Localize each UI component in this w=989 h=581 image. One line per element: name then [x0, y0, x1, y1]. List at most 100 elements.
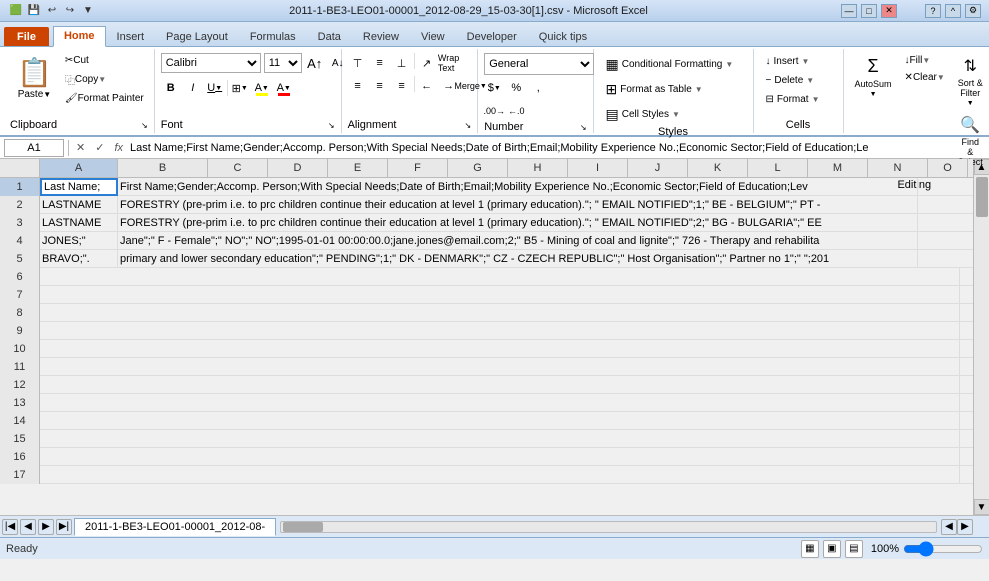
row-number-17[interactable]: 17 [0, 466, 40, 484]
delete-cells-button[interactable]: − Delete ▼ [760, 72, 821, 89]
font-expand-icon[interactable]: ↘ [328, 121, 335, 130]
fill-color-dropdown[interactable]: ▼ [262, 85, 269, 92]
tab-formulas[interactable]: Formulas [239, 27, 307, 46]
cell-b1-rest[interactable]: First Name;Gender;Accomp. Person;With Sp… [118, 178, 918, 196]
cell-14[interactable] [40, 412, 960, 430]
col-header-j[interactable]: J [628, 159, 688, 177]
tab-data[interactable]: Data [307, 27, 352, 46]
col-header-l[interactable]: L [748, 159, 808, 177]
clear-button[interactable]: ✕ Clear ▼ [901, 70, 949, 85]
row-number-15[interactable]: 15 [0, 430, 40, 448]
fill-button[interactable]: ↓ Fill ▼ [901, 53, 949, 68]
row-number-6[interactable]: 6 [0, 268, 40, 286]
cancel-formula-icon[interactable]: ✕ [73, 141, 88, 154]
close-button[interactable]: ✕ [881, 4, 897, 18]
row-number-14[interactable]: 14 [0, 412, 40, 430]
decrease-decimal-button[interactable]: ←.0 [506, 101, 526, 121]
col-header-a[interactable]: A [40, 159, 118, 177]
cell-reference-input[interactable] [4, 139, 64, 157]
cell-13[interactable] [40, 394, 960, 412]
cell-6[interactable] [40, 268, 960, 286]
sheet-last-button[interactable]: ▶| [56, 519, 72, 535]
cell-7[interactable] [40, 286, 960, 304]
cell-b2-rest[interactable]: FORESTRY (pre-prim i.e. to prc children … [118, 196, 918, 214]
cell-17[interactable] [40, 466, 960, 484]
tab-review[interactable]: Review [352, 27, 410, 46]
row-number-16[interactable]: 16 [0, 448, 40, 466]
insert-cells-button[interactable]: ↓ Insert ▼ [760, 53, 816, 70]
col-header-k[interactable]: K [688, 159, 748, 177]
tab-insert[interactable]: Insert [106, 27, 156, 46]
tab-developer[interactable]: Developer [456, 27, 528, 46]
col-header-m[interactable]: M [808, 159, 868, 177]
redo-button[interactable]: ↪ [62, 3, 78, 19]
tab-file[interactable]: File [4, 27, 49, 46]
font-size-select[interactable]: 11 [264, 53, 302, 73]
cell-b4-rest[interactable]: Jane";" F - Female";" NO";" NO";1995-01-… [118, 232, 918, 250]
clipboard-expand-icon[interactable]: ↘ [141, 121, 148, 130]
tab-view[interactable]: View [410, 27, 456, 46]
sheet-prev-button[interactable]: ◀ [20, 519, 36, 535]
underline-button[interactable]: U ▼ [205, 78, 225, 98]
cell-a1[interactable]: Last Name; [40, 178, 118, 196]
vertical-scrollbar[interactable]: ▲ ▼ [973, 159, 989, 515]
scroll-thumb-v[interactable] [976, 177, 988, 217]
row-number-1[interactable]: 1 [0, 178, 40, 196]
conditional-formatting-button[interactable]: ▦ Conditional Formatting ▼ [600, 53, 740, 76]
cut-button[interactable]: ✂ Cut [61, 53, 148, 68]
paste-button[interactable]: 📋 Paste ▼ [10, 53, 59, 103]
scroll-down-button[interactable]: ▼ [974, 499, 989, 515]
cell-b5-rest[interactable]: primary and lower secondary education";"… [118, 250, 918, 268]
col-header-i[interactable]: I [568, 159, 628, 177]
help-icon[interactable]: ? [925, 4, 941, 18]
page-layout-view-button[interactable]: ▣ [823, 540, 841, 558]
orient-text-button[interactable]: ↗ [417, 53, 437, 73]
cell-a2[interactable]: LASTNAME [40, 196, 118, 214]
save-button[interactable]: 💾 [26, 3, 42, 19]
font-color-dropdown[interactable]: ▼ [284, 85, 291, 92]
accounting-button[interactable]: $▼ [484, 78, 504, 98]
row-number-10[interactable]: 10 [0, 340, 40, 358]
format-painter-button[interactable]: 🖌 Format Painter [61, 91, 148, 106]
cell-styles-button[interactable]: ▤ Cell Styles ▼ [600, 103, 686, 126]
undo-button[interactable]: ↩ [44, 3, 60, 19]
cell-a3[interactable]: LASTNAME [40, 214, 118, 232]
fill-color-button[interactable]: A ▼ [252, 78, 272, 98]
scroll-track-v[interactable] [975, 175, 989, 499]
cell-b3-rest[interactable]: FORESTRY (pre-prim i.e. to prc children … [118, 214, 918, 232]
row-number-8[interactable]: 8 [0, 304, 40, 322]
font-color-button[interactable]: A ▼ [274, 78, 294, 98]
align-center-button[interactable]: ≡ [370, 76, 390, 96]
align-middle-button[interactable]: ≡ [370, 53, 390, 73]
wrap-text-button[interactable]: WrapText [439, 53, 459, 73]
row-number-9[interactable]: 9 [0, 322, 40, 340]
font-name-select[interactable]: Calibri [161, 53, 261, 73]
tab-quick-tips[interactable]: Quick tips [528, 27, 598, 46]
row-number-3[interactable]: 3 [0, 214, 40, 232]
maximize-button[interactable]: □ [861, 4, 877, 18]
increase-decimal-button[interactable]: .00→ [484, 101, 504, 121]
confirm-formula-icon[interactable]: ✓ [92, 141, 107, 154]
cell-11[interactable] [40, 358, 960, 376]
sheet-next-button[interactable]: ▶ [38, 519, 54, 535]
align-right-button[interactable]: ≡ [392, 76, 412, 96]
bold-button[interactable]: B [161, 78, 181, 98]
cell-a4[interactable]: JONES;" [40, 232, 118, 250]
scroll-left-button[interactable]: ◀ [941, 519, 957, 535]
zoom-slider[interactable] [903, 542, 983, 556]
qat-dropdown-icon[interactable]: ▼ [80, 3, 96, 19]
row-number-12[interactable]: 12 [0, 376, 40, 394]
align-top-button[interactable]: ⊤ [348, 53, 368, 73]
cell-15[interactable] [40, 430, 960, 448]
align-bottom-button[interactable]: ⊥ [392, 53, 412, 73]
number-format-select[interactable]: General [484, 53, 594, 75]
tab-page-layout[interactable]: Page Layout [155, 27, 239, 46]
col-header-c[interactable]: C [208, 159, 268, 177]
scroll-right-button[interactable]: ▶ [957, 519, 973, 535]
cell-16[interactable] [40, 448, 960, 466]
cell-a5[interactable]: BRAVO;". [40, 250, 118, 268]
col-header-b[interactable]: B [118, 159, 208, 177]
col-header-d[interactable]: D [268, 159, 328, 177]
row-number-13[interactable]: 13 [0, 394, 40, 412]
sort-filter-button[interactable]: ⇅ Sort &Filter ▼ [953, 53, 988, 110]
